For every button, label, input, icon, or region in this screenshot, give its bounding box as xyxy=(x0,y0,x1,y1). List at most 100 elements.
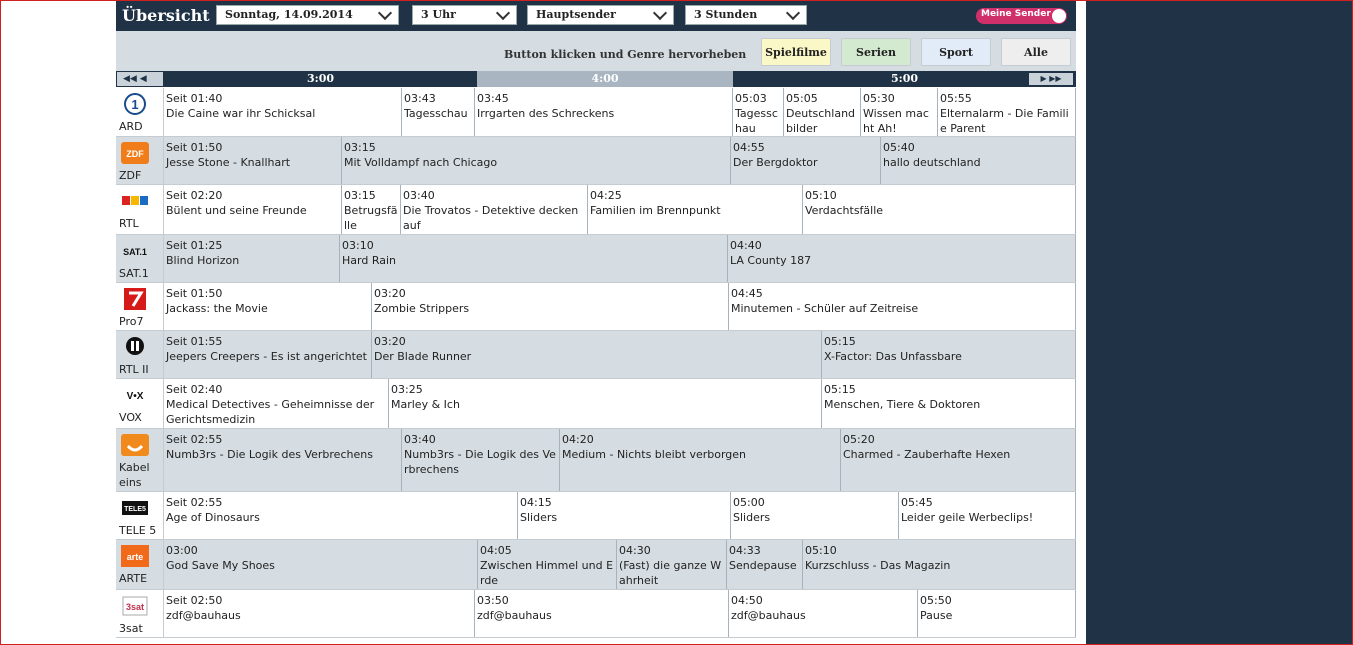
program-cell[interactable]: Seit 02:55 Numb3rs - Die Logik des Verbre… xyxy=(164,429,402,491)
program-cell[interactable]: 03:40 Numb3rs - Die Logik des Verbrechens xyxy=(402,429,560,491)
program-cell[interactable]: 05:20 Charmed - Zauberhafte Hexen xyxy=(841,429,1076,491)
time-select[interactable]: 3 Uhr xyxy=(412,5,517,25)
program-time: 03:25 xyxy=(391,383,423,396)
program-cell[interactable]: 04:05 Zwischen Himmel und Erde xyxy=(478,540,617,589)
program-title: zdf@bauhaus xyxy=(731,609,806,622)
program-title: Tagesschau xyxy=(404,107,468,120)
program-cell[interactable]: 05:15 Menschen, Tiere & Doktoren xyxy=(822,379,1076,428)
program-cell[interactable]: Seit 01:50 Jesse Stone - Knallhart xyxy=(164,137,342,184)
program-cell[interactable]: 03:25 Marley & Ich xyxy=(389,379,822,428)
channel-row: Pro7 Seit 01:50 Jackass: the Movie 03:20 Zom… xyxy=(116,283,1076,331)
program-title: Age of Dinosaurs xyxy=(166,511,260,524)
program-cell[interactable]: 04:40 LA County 187 xyxy=(728,235,1076,282)
program-time: 03:20 xyxy=(374,335,406,348)
channel-logo[interactable]: RTL xyxy=(116,185,164,234)
channel-logo[interactable]: Kabel eins xyxy=(116,429,164,491)
program-time: Seit 01:50 xyxy=(166,141,223,154)
program-cell[interactable]: Seit 02:50 zdf@bauhaus xyxy=(164,590,475,637)
chevron-down-icon xyxy=(495,5,511,21)
channel-name: RTL xyxy=(119,217,139,230)
program-cell[interactable]: 04:15 Sliders xyxy=(518,492,731,539)
program-title: Kurzschluss - Das Magazin xyxy=(805,559,951,572)
channel-logo[interactable]: 1 ARD xyxy=(116,88,164,136)
program-cell[interactable]: 03:20 Zombie Strippers xyxy=(372,283,729,330)
program-cell[interactable]: 04:33 Sendepause xyxy=(727,540,803,589)
program-cell[interactable]: Seit 02:55 Age of Dinosaurs xyxy=(164,492,518,539)
program-cell[interactable]: 03:15 Mit Volldampf nach Chicago xyxy=(342,137,731,184)
program-cell[interactable]: 05:05 Deutschlandbilder xyxy=(784,88,861,136)
svg-text:3sat: 3sat xyxy=(126,602,144,612)
chevron-down-icon xyxy=(785,5,801,21)
channel-logo[interactable]: 3sat 3sat xyxy=(116,590,164,637)
program-time: 03:40 xyxy=(403,189,435,202)
channel-row: ZDF ZDF Seit 01:50 Jesse Stone - Knallhart 0… xyxy=(116,137,1076,185)
timeline-back-button[interactable]: ◀◀ ◀ xyxy=(116,71,164,87)
program-time: 05:30 xyxy=(863,92,895,105)
kabeleins-logo-icon xyxy=(121,434,149,456)
meine-sender-toggle[interactable]: Meine Sender xyxy=(976,8,1067,24)
program-cell[interactable]: 04:55 Der Bergdoktor xyxy=(731,137,881,184)
program-cell[interactable]: 03:20 Der Blade Runner xyxy=(372,331,822,378)
program-cell[interactable]: 05:30 Wissen macht Ah! xyxy=(861,88,938,136)
program-cell[interactable]: Seit 02:40 Medical Detectives - Geheimnis… xyxy=(164,379,389,428)
channel-logo[interactable]: V•X VOX xyxy=(116,379,164,428)
duration-select[interactable]: 3 Stunden xyxy=(685,5,807,25)
channel-logo[interactable]: SAT.1 SAT.1 xyxy=(116,235,164,282)
date-select[interactable]: Sonntag, 14.09.2014 xyxy=(216,5,399,25)
channel-row: Kabel eins Seit 02:55 Numb3rs - Die Logik … xyxy=(116,429,1076,492)
program-cell[interactable]: 05:50 Pause xyxy=(918,590,1076,637)
program-title: Leider geile Werbeclips! xyxy=(901,511,1034,524)
channel-logo[interactable]: arte ARTE xyxy=(116,540,164,589)
page-background-right xyxy=(1086,1,1352,644)
program-cell[interactable]: Seit 01:25 Blind Horizon xyxy=(164,235,340,282)
program-cell[interactable]: 03:43 Tagesschau xyxy=(402,88,475,136)
timeline-forward-button[interactable]: ▶ ▶▶ xyxy=(1029,73,1073,85)
program-cell[interactable]: Seit 01:55 Jeepers Creepers - Es ist ange… xyxy=(164,331,372,378)
program-time: 03:40 xyxy=(404,433,436,446)
program-cell[interactable]: 05:10 Kurzschluss - Das Magazin xyxy=(803,540,1076,589)
program-time: 05:15 xyxy=(824,383,856,396)
program-cell[interactable]: 05:40 hallo deutschland xyxy=(881,137,1076,184)
browser-frame: Übersicht Sonntag, 14.09.2014 3 Uhr Haup… xyxy=(0,0,1353,645)
program-time: 05:20 xyxy=(843,433,875,446)
program-cell[interactable]: 05:45 Leider geile Werbeclips! xyxy=(899,492,1076,539)
program-cell[interactable]: 03:40 Die Trovatos - Detektive decken auf xyxy=(401,185,588,234)
program-cell[interactable]: 05:10 Verdachtsfälle xyxy=(803,185,1076,234)
channel-logo[interactable]: RTL II xyxy=(116,331,164,378)
program-cell[interactable]: 04:50 zdf@bauhaus xyxy=(729,590,918,637)
channel-logo[interactable]: TELE5 TELE 5 xyxy=(116,492,164,539)
program-cell[interactable]: 04:20 Medium - Nichts bleibt verborgen xyxy=(560,429,841,491)
program-time: Seit 01:40 xyxy=(166,92,223,105)
program-cell[interactable]: 05:15 X-Factor: Das Unfassbare xyxy=(822,331,1076,378)
program-time: Seit 02:40 xyxy=(166,383,223,396)
program-cell[interactable]: 03:15 Betrugsfälle xyxy=(342,185,401,234)
program-title: Elternalarm - Die Familie Parent xyxy=(940,107,1069,135)
program-cell[interactable]: 05:00 Sliders xyxy=(731,492,899,539)
program-time: 04:55 xyxy=(733,141,765,154)
program-title: Irrgarten des Schreckens xyxy=(477,107,615,120)
genre-button-alle[interactable]: Alle xyxy=(1001,38,1071,66)
program-cell[interactable]: 04:25 Familien im Brennpunkt xyxy=(588,185,803,234)
program-cell[interactable]: 03:10 Hard Rain xyxy=(340,235,728,282)
channel-row: SAT.1 SAT.1 Seit 01:25 Blind Horizon 03:10 Ha… xyxy=(116,235,1076,283)
program-cell[interactable]: 03:00 God Save My Shoes xyxy=(164,540,478,589)
program-cell[interactable]: 03:45 Irrgarten des Schreckens xyxy=(475,88,733,136)
genre-button-sport[interactable]: Sport xyxy=(921,38,991,66)
tele5-logo-icon: TELE5 xyxy=(121,497,149,519)
program-cell[interactable]: Seit 01:40 Die Caine war ihr Schicksal xyxy=(164,88,402,136)
channel-group-select[interactable]: Hauptsender xyxy=(527,5,674,25)
program-cell[interactable]: 03:50 zdf@bauhaus xyxy=(475,590,729,637)
program-cell[interactable]: 04:45 Minutemen - Schüler auf Zeitreise xyxy=(729,283,1076,330)
program-cell[interactable]: 05:55 Elternalarm - Die Familie Parent xyxy=(938,88,1076,136)
program-cell[interactable]: 04:30 (Fast) die ganze Wahrheit xyxy=(617,540,727,589)
program-cell[interactable]: Seit 01:50 Jackass: the Movie xyxy=(164,283,372,330)
genre-button-serien[interactable]: Serien xyxy=(841,38,911,66)
genre-button-spielfilme[interactable]: Spielfilme xyxy=(761,38,831,66)
time-slot-4: 4:00 xyxy=(477,71,733,87)
channel-logo[interactable]: Pro7 xyxy=(116,283,164,330)
program-cell[interactable]: 05:03 Tagesschau xyxy=(733,88,784,136)
program-title: Blind Horizon xyxy=(166,254,240,267)
channel-logo[interactable]: ZDF ZDF xyxy=(116,137,164,184)
program-cell[interactable]: Seit 02:20 Bülent und seine Freunde xyxy=(164,185,342,234)
program-title: LA County 187 xyxy=(730,254,812,267)
